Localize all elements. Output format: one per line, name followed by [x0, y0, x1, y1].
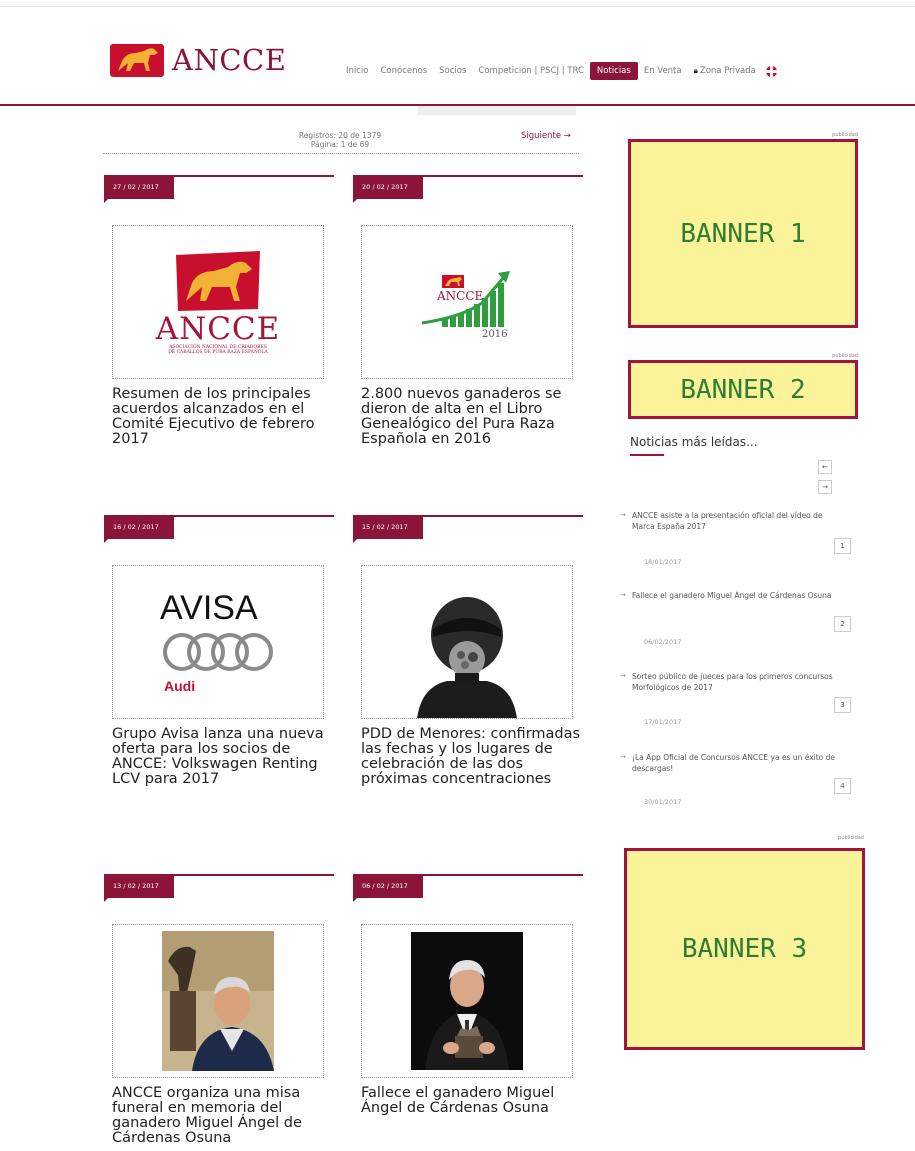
next-arrow-icon[interactable]: →: [818, 480, 832, 494]
most-read-date: 17/01/2017: [644, 718, 682, 726]
most-read-item: Fallece el ganadero Miguel Ángel de Cárd…: [620, 590, 851, 646]
main-nav: Inicio Conócenos Socios Competición | PS…: [340, 60, 777, 82]
most-read-link[interactable]: ¡La App Oficial de Concursos ANCCE ya es…: [620, 752, 840, 774]
news-title[interactable]: ANCCE organiza una misa funeral en memor…: [112, 1086, 337, 1146]
prev-arrow-icon[interactable]: ←: [818, 460, 832, 474]
language-flag-icon[interactable]: [765, 65, 777, 77]
ad-label: publicidad: [832, 132, 858, 138]
nav-zona-privada-label: Zona Privada: [699, 66, 756, 76]
nav-zona-privada[interactable]: 🔒︎ Zona Privada: [688, 66, 762, 76]
next-page-link[interactable]: Siguiente →: [521, 131, 571, 141]
most-read-rank: 2: [834, 616, 851, 632]
ancce-logo-word: ANCCE: [155, 311, 281, 347]
news-card: 06 / 02 / 2017 Fallece el ganadero Migue…: [353, 874, 583, 1116]
man-with-award-image: [411, 932, 523, 1070]
nav-shadow: [418, 106, 576, 115]
growth-year: 2016: [482, 329, 508, 340]
nav-en-venta[interactable]: En Venta: [638, 66, 688, 76]
nav-competicion[interactable]: Competición | PSCJ | TRC: [472, 66, 589, 76]
news-thumbnail[interactable]: AVISA Audi: [112, 565, 324, 719]
date-bar: 27 / 02 / 2017: [104, 175, 334, 203]
news-title[interactable]: Grupo Avisa lanza una nueva oferta para …: [112, 727, 337, 787]
news-title[interactable]: Fallece el ganadero Miguel Ángel de Cárd…: [361, 1086, 586, 1116]
news-card: 13 / 02 / 2017 ANCCE organiza una misa f…: [104, 874, 334, 1146]
news-thumbnail[interactable]: [361, 565, 573, 719]
banner-3[interactable]: BANNER 3: [624, 848, 865, 1050]
ad-label: publicidad: [832, 353, 858, 359]
news-date: 16 / 02 / 2017: [104, 517, 174, 543]
news-date: 20 / 02 / 2017: [353, 177, 423, 203]
most-read-item: ¡La App Oficial de Concursos ANCCE ya es…: [620, 752, 851, 806]
pager-divider: [103, 153, 579, 154]
news-thumbnail[interactable]: ANCCE ASOCIACIÓN NACIONAL DE CRIADORES D…: [112, 225, 324, 379]
most-read-date: 18/01/2017: [644, 558, 682, 566]
rider-helmet-image: [417, 597, 517, 718]
most-read-link[interactable]: ANCCE asiste a la presentación oficial d…: [620, 510, 840, 532]
most-read-link[interactable]: Fallece el ganadero Miguel Ángel de Cárd…: [620, 590, 840, 601]
most-read-link[interactable]: Sorteo público de jueces para los primer…: [620, 671, 840, 693]
news-card: 27 / 02 / 2017 ANCCE ASOCIACIÓN NACIONAL…: [104, 175, 334, 447]
logo-text: ANCCE: [172, 43, 287, 77]
most-read-title: Noticias más leídas...: [630, 435, 758, 449]
most-read-item: ANCCE asiste a la presentación oficial d…: [620, 510, 851, 566]
pager-page: Página: 1 de 69: [310, 140, 370, 149]
date-bar: 20 / 02 / 2017: [353, 175, 583, 203]
most-read-date: 30/01/2017: [644, 798, 682, 806]
news-thumbnail[interactable]: [112, 924, 324, 1078]
most-read-rank: 3: [834, 697, 851, 713]
nav-inicio[interactable]: Inicio: [340, 66, 375, 76]
news-title[interactable]: PDD de Menores: confirmadas las fechas y…: [361, 727, 586, 787]
date-bar: 13 / 02 / 2017: [104, 874, 334, 902]
news-date: 13 / 02 / 2017: [104, 876, 174, 902]
lock-icon: 🔒︎: [693, 66, 698, 75]
pager-records: Registros: 20 de 1379: [298, 131, 382, 140]
audi-word: Audi: [164, 678, 196, 694]
ancce-horse-logo-icon: [176, 251, 260, 311]
news-date: 15 / 02 / 2017: [353, 517, 423, 543]
date-bar: 06 / 02 / 2017: [353, 874, 583, 902]
most-read-date: 06/02/2017: [644, 638, 682, 646]
horse-logo-icon: [110, 44, 164, 77]
ad-label: publicidad: [838, 835, 864, 841]
news-title[interactable]: 2.800 nuevos ganaderos se dieron de alta…: [361, 387, 586, 447]
avisa-logo-word: AVISA: [160, 589, 258, 627]
news-card: 20 / 02 / 2017 ANCCE 2016 2.800 nuevos g…: [353, 175, 583, 447]
news-thumbnail[interactable]: [361, 924, 573, 1078]
ancce-logo-sub2: DE CABALLOS DE PURA RAZA ESPAÑOLA: [168, 350, 268, 355]
most-read-rank: 1: [834, 538, 851, 554]
date-bar: 15 / 02 / 2017: [353, 515, 583, 543]
news-card: 15 / 02 / 2017 PDD de Menores: confirmad…: [353, 515, 583, 787]
growth-logo-word: ANCCE: [437, 289, 484, 303]
news-title[interactable]: Resumen de los principales acuerdos alca…: [112, 387, 337, 447]
news-card: 16 / 02 / 2017 AVISA Audi Grupo Avisa la…: [104, 515, 334, 787]
date-bar: 16 / 02 / 2017: [104, 515, 334, 543]
most-read-underline: [630, 454, 664, 456]
news-thumbnail[interactable]: ANCCE 2016: [361, 225, 573, 379]
pager-info: Registros: 20 de 1379 Página: 1 de 69: [240, 131, 440, 149]
most-read-item: Sorteo público de jueces para los primer…: [620, 671, 851, 726]
nav-noticias[interactable]: Noticias: [589, 62, 638, 80]
news-date: 27 / 02 / 2017: [104, 177, 174, 203]
banner-1[interactable]: BANNER 1: [628, 139, 858, 328]
top-border: [0, 6, 915, 7]
site-logo[interactable]: ANCCE: [110, 40, 286, 80]
nav-socios[interactable]: Socios: [433, 66, 472, 76]
audi-rings-icon: [163, 633, 273, 671]
man-with-statue-image: [162, 931, 274, 1071]
most-read-rank: 4: [834, 778, 851, 794]
news-date: 06 / 02 / 2017: [353, 876, 423, 902]
nav-conocenos[interactable]: Conócenos: [375, 66, 434, 76]
banner-2[interactable]: BANNER 2: [628, 360, 858, 419]
